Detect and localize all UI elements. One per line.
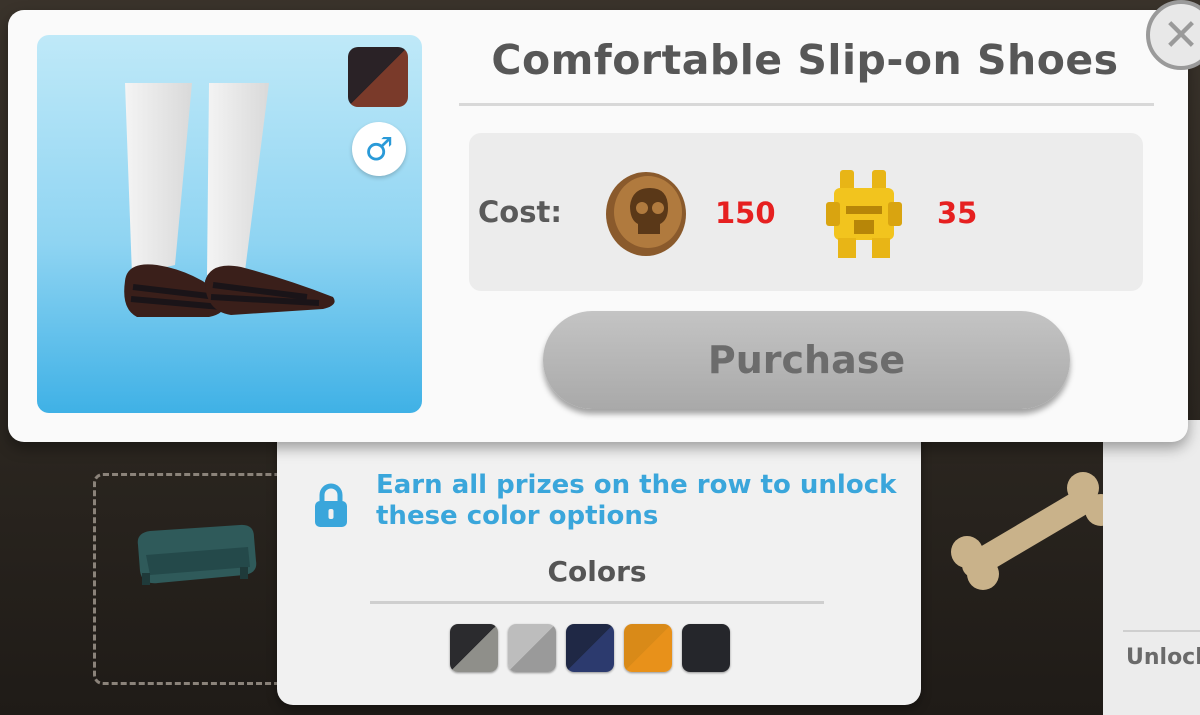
color-swatch[interactable] xyxy=(624,624,672,672)
skull-coin-icon xyxy=(606,172,686,256)
color-swatch[interactable] xyxy=(682,624,730,672)
color-swatch[interactable] xyxy=(566,624,614,672)
purchase-button[interactable]: Purchase xyxy=(543,311,1070,409)
side-panel xyxy=(1103,420,1200,715)
cost-amount: 150 xyxy=(715,196,776,230)
color-swatch[interactable] xyxy=(508,624,556,672)
item-title: Comfortable Slip-on Shoes xyxy=(491,36,1119,84)
lock-icon xyxy=(315,483,347,527)
color-swatch-list xyxy=(450,624,730,672)
colors-title: Colors xyxy=(547,555,647,588)
title-divider xyxy=(459,103,1154,106)
selected-color-chip[interactable] xyxy=(348,47,408,107)
gold-totem-icon xyxy=(826,170,902,258)
unlock-message: Earn all prizes on the row to unlock the… xyxy=(376,470,897,531)
color-swatch[interactable] xyxy=(450,624,498,672)
side-panel-divider xyxy=(1123,630,1200,632)
cost-label: Cost: xyxy=(478,195,562,229)
colors-divider xyxy=(370,601,824,604)
cost-box xyxy=(469,133,1143,291)
cost-amount: 35 xyxy=(937,196,978,230)
side-panel-unlock-label: Unlock xyxy=(1126,645,1200,670)
sofa-icon xyxy=(137,524,257,585)
male-symbol-icon: ♂ xyxy=(352,122,406,176)
bone-icon xyxy=(951,472,1117,590)
